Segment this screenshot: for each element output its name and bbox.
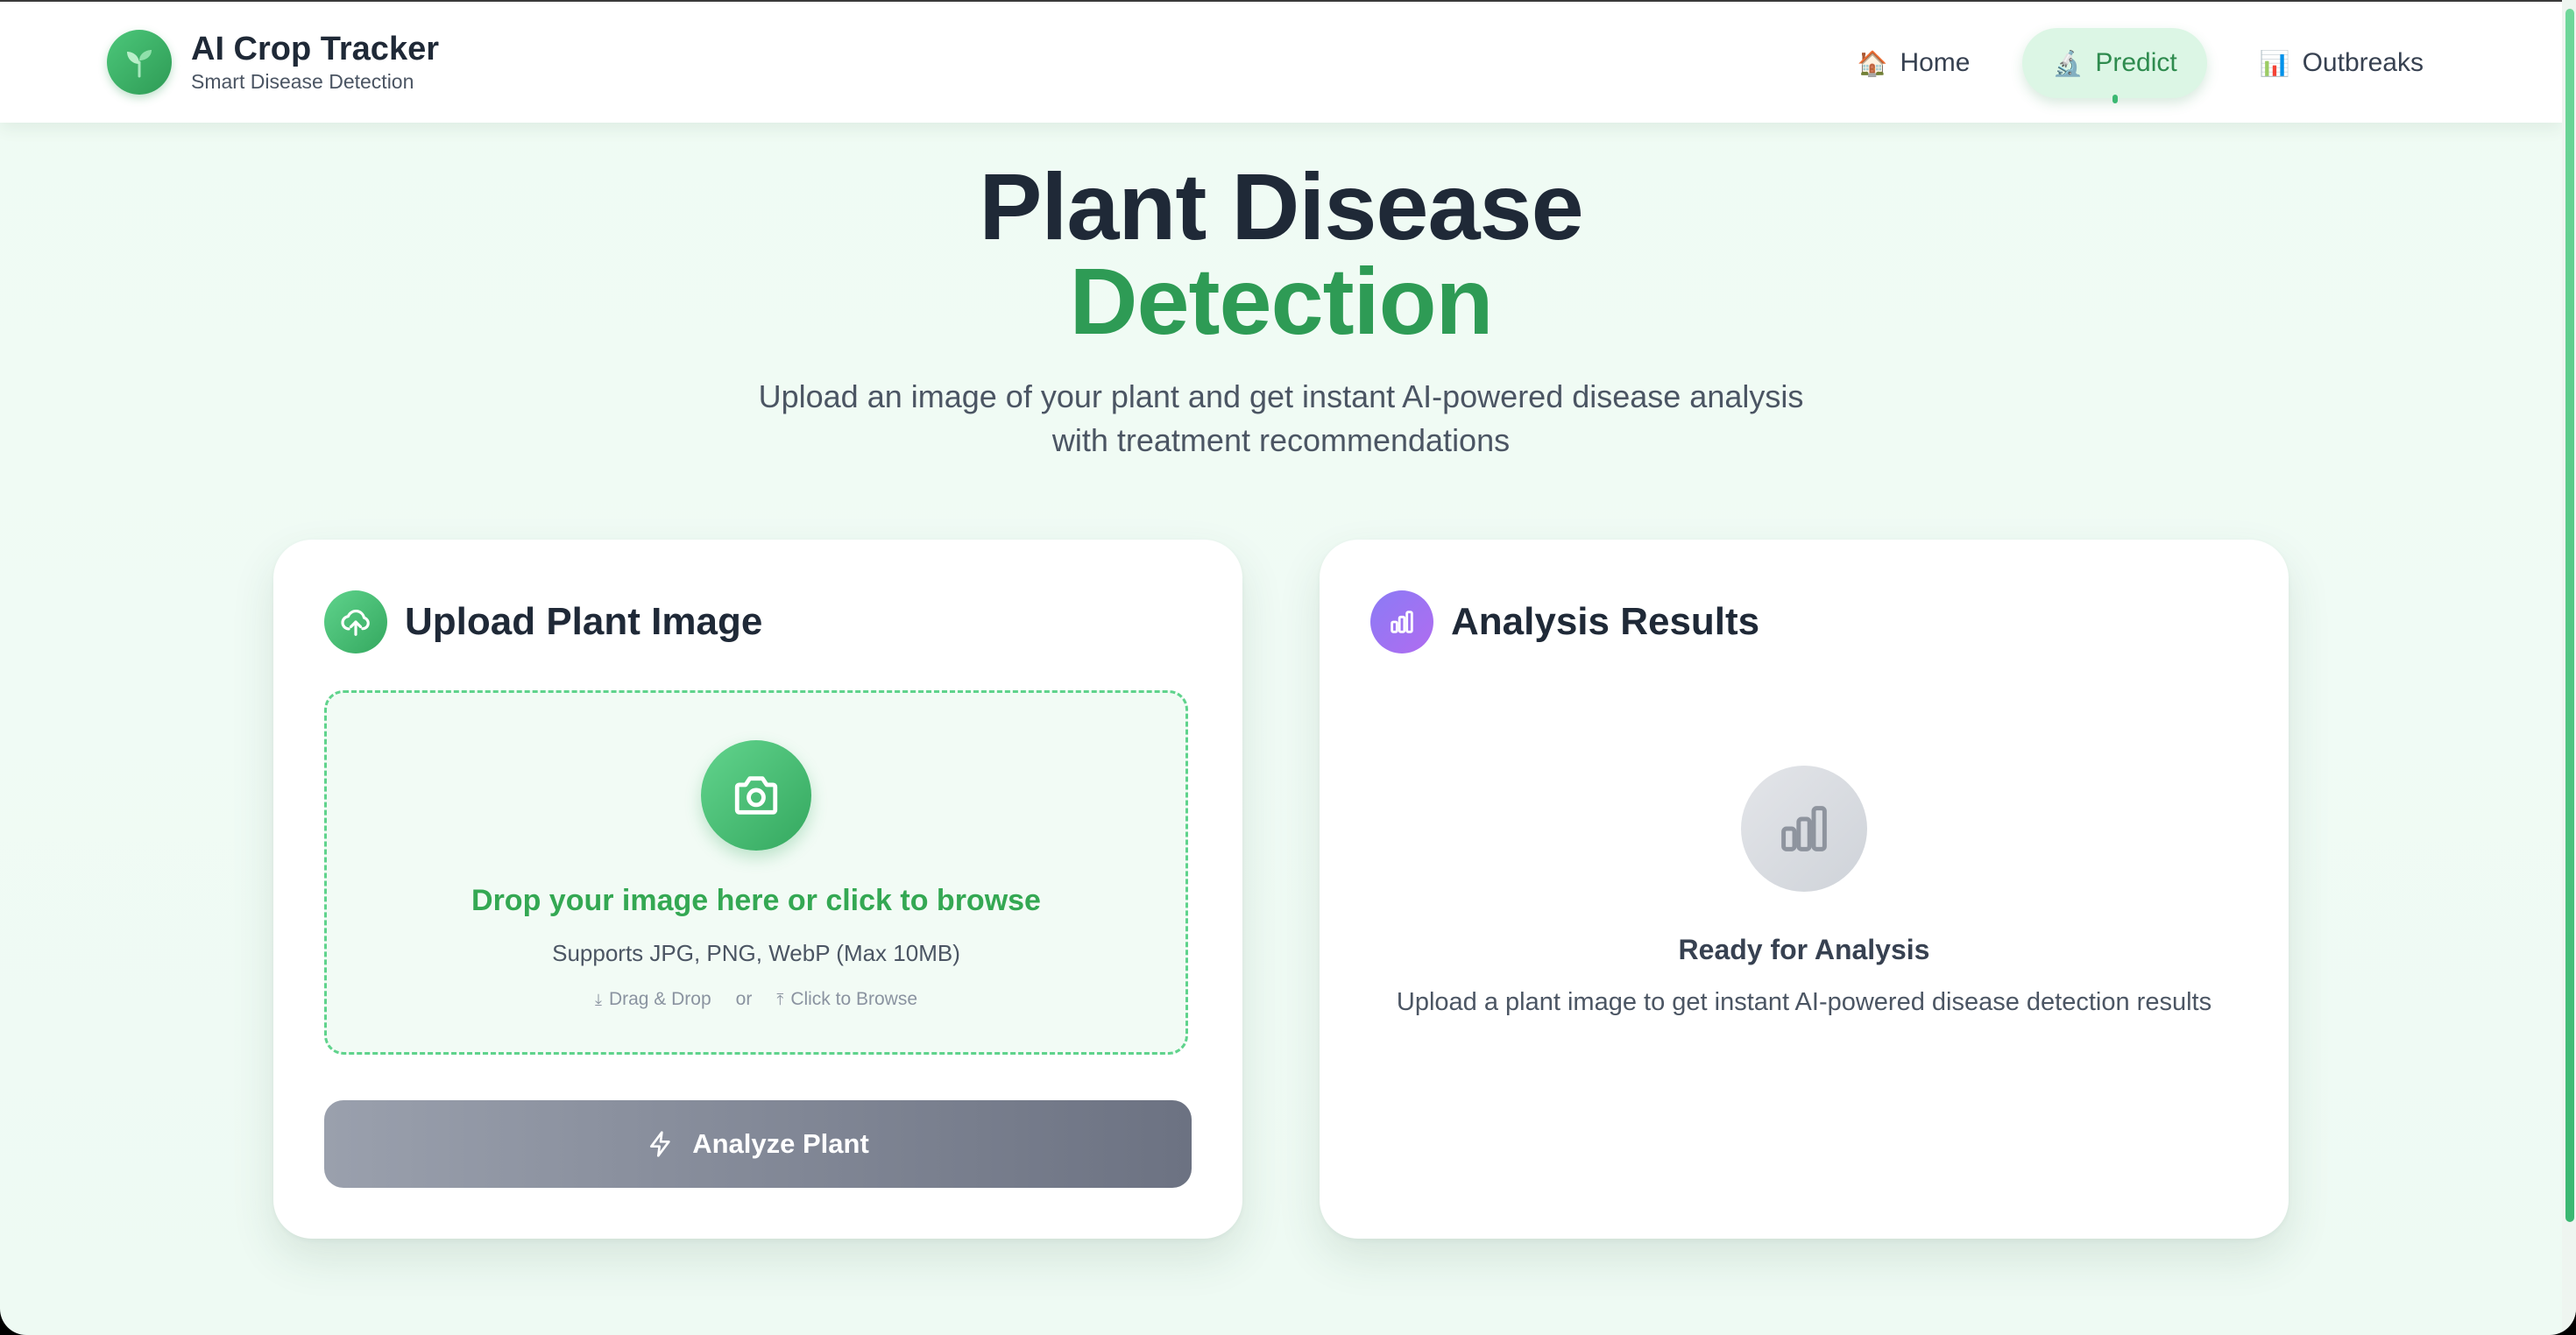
scrollbar-thumb[interactable] bbox=[2565, 9, 2574, 1222]
nav-outbreaks-label: Outbreaks bbox=[2302, 48, 2424, 77]
page-title-line1: Plant Disease bbox=[979, 153, 1583, 259]
results-card: Analysis Results Ready for Analysis Uplo… bbox=[1320, 540, 2289, 1239]
upload-card: Upload Plant Image Drop your image here … bbox=[273, 540, 1242, 1239]
app-title: AI Crop Tracker bbox=[191, 31, 439, 67]
upload-card-title: Upload Plant Image bbox=[405, 600, 763, 643]
top-navbar: AI Crop Tracker Smart Disease Detection … bbox=[0, 0, 2562, 123]
hint-browse-label: Click to Browse bbox=[790, 989, 918, 1009]
results-card-header: Analysis Results bbox=[1370, 590, 1759, 653]
nav-predict-label: Predict bbox=[2095, 48, 2177, 77]
seedling-icon bbox=[107, 30, 172, 95]
results-empty-title: Ready for Analysis bbox=[1678, 934, 1930, 965]
nav-predict[interactable]: 🔬 Predict bbox=[2022, 28, 2207, 103]
dropzone-formats: Supports JPG, PNG, WebP (Max 10MB) bbox=[552, 940, 960, 966]
analyze-plant-label: Analyze Plant bbox=[692, 1128, 869, 1159]
app-subtitle: Smart Disease Detection bbox=[191, 70, 414, 93]
nav-home[interactable]: 🏠 Home bbox=[1828, 28, 2000, 98]
upload-icon: ⤒ bbox=[776, 990, 784, 1009]
bar-chart-icon bbox=[1370, 590, 1433, 653]
image-dropzone[interactable]: Drop your image here or click to browse … bbox=[324, 690, 1188, 1055]
page-scrollbar[interactable] bbox=[2562, 0, 2576, 1335]
house-icon: 🏠 bbox=[1857, 48, 1888, 78]
hint-or: or bbox=[735, 989, 753, 1009]
lightning-icon bbox=[647, 1130, 675, 1158]
results-placeholder-icon bbox=[1741, 766, 1867, 892]
nav-home-label: Home bbox=[1900, 48, 1971, 77]
upload-card-header: Upload Plant Image bbox=[324, 590, 762, 653]
bar-chart-icon: 📊 bbox=[2259, 48, 2290, 78]
page-subtitle-line2: with treatment recommendations bbox=[1051, 422, 1511, 458]
page-title-line2: Detection bbox=[1069, 248, 1493, 354]
page-subtitle-line1: Upload an image of your plant and get in… bbox=[758, 378, 1804, 414]
camera-icon bbox=[701, 740, 811, 851]
hint-drag-label: Drag & Drop bbox=[608, 989, 711, 1009]
cloud-upload-icon bbox=[324, 590, 387, 653]
brand[interactable]: AI Crop Tracker Smart Disease Detection bbox=[107, 30, 439, 95]
results-card-title: Analysis Results bbox=[1451, 600, 1760, 643]
results-empty-description: Upload a plant image to get instant AI-p… bbox=[1396, 988, 2212, 1016]
microscope-icon: 🔬 bbox=[2052, 48, 2084, 78]
nav-outbreaks[interactable]: 📊 Outbreaks bbox=[2230, 28, 2453, 98]
app-window: AI Crop Tracker Smart Disease Detection … bbox=[0, 0, 2576, 1335]
dropzone-title: Drop your image here or click to browse bbox=[471, 884, 1041, 917]
dropzone-hints: ⤓ Drag & Drop or ⤒ Click to Browse bbox=[327, 989, 1185, 1010]
page-subtitle: Upload an image of your plant and get in… bbox=[0, 375, 2562, 463]
download-icon: ⤓ bbox=[594, 990, 602, 1009]
hint-drag-drop: ⤓ Drag & Drop bbox=[595, 989, 711, 1010]
hint-click-browse: ⤒ Click to Browse bbox=[776, 989, 917, 1010]
main-nav: 🏠 Home 🔬 Predict 📊 Outbreaks bbox=[1805, 28, 2453, 103]
analyze-plant-button[interactable]: Analyze Plant bbox=[324, 1100, 1192, 1188]
